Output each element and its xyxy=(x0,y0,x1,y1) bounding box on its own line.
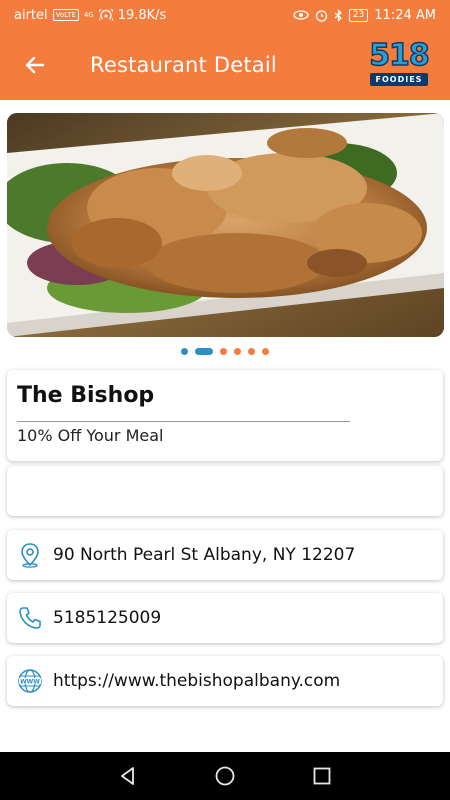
back-triangle-icon[interactable] xyxy=(117,765,139,787)
logo-number: 518 xyxy=(368,37,430,74)
app-bar: Restaurant Detail 518 FOODIES xyxy=(0,30,450,100)
website-card[interactable]: WWW https://www.thebishopalbany.com xyxy=(7,656,443,706)
network-speed: 19.8K/s xyxy=(117,7,167,23)
arrow-left-icon xyxy=(25,56,45,74)
phone-card[interactable]: 5185125009 xyxy=(7,593,443,643)
logo-text: FOODIES xyxy=(370,73,428,86)
carousel-dot-active[interactable] xyxy=(195,347,213,355)
carrier-label: airtel xyxy=(14,7,48,23)
phone-text: 5185125009 xyxy=(53,608,162,628)
back-button[interactable] xyxy=(0,30,70,100)
carousel-dot[interactable] xyxy=(181,347,188,355)
battery-level: 23 xyxy=(348,8,369,22)
address-card[interactable]: 90 North Pearl St Albany, NY 12207 xyxy=(7,530,443,580)
address-text: 90 North Pearl St Albany, NY 12207 xyxy=(53,545,356,565)
system-nav-bar xyxy=(0,752,450,800)
phone-icon xyxy=(7,593,53,643)
volte-badge: VoLTE xyxy=(52,9,79,21)
alarm-icon xyxy=(315,9,327,22)
restaurant-header-card: The Bishop 10% Off Your Meal xyxy=(7,370,443,461)
status-left: airtel VoLTE 4G 19.8K/s xyxy=(14,8,166,23)
carousel-dot[interactable] xyxy=(220,347,227,355)
bluetooth-icon xyxy=(334,8,342,22)
page-title: Restaurant Detail xyxy=(90,53,277,77)
offer-text: 10% Off Your Meal xyxy=(17,426,164,445)
restaurant-name: The Bishop xyxy=(17,383,155,408)
recents-square-icon[interactable] xyxy=(311,765,333,787)
restaurant-image-carousel[interactable] xyxy=(7,113,444,337)
network-type: 4G xyxy=(83,10,94,19)
svg-text:WWW: WWW xyxy=(20,678,40,685)
status-bar: airtel VoLTE 4G 19.8K/s 23 11:24 AM xyxy=(0,0,450,30)
carousel-indicator xyxy=(0,346,450,356)
hotspot-icon xyxy=(98,9,113,21)
empty-card xyxy=(7,466,443,516)
website-link[interactable]: https://www.thebishopalbany.com xyxy=(53,671,340,691)
carousel-dot[interactable] xyxy=(262,347,269,355)
globe-www-icon: WWW xyxy=(7,656,53,706)
clock: 11:24 AM xyxy=(374,7,436,23)
eye-icon xyxy=(293,10,309,20)
divider xyxy=(17,421,350,422)
location-pin-icon xyxy=(7,530,53,580)
carousel-dot[interactable] xyxy=(234,347,241,355)
carousel-dot[interactable] xyxy=(248,347,255,355)
food-photo xyxy=(7,113,444,337)
brand-logo: 518 FOODIES xyxy=(364,37,434,90)
home-circle-icon[interactable] xyxy=(214,765,236,787)
status-right: 23 11:24 AM xyxy=(293,8,436,23)
